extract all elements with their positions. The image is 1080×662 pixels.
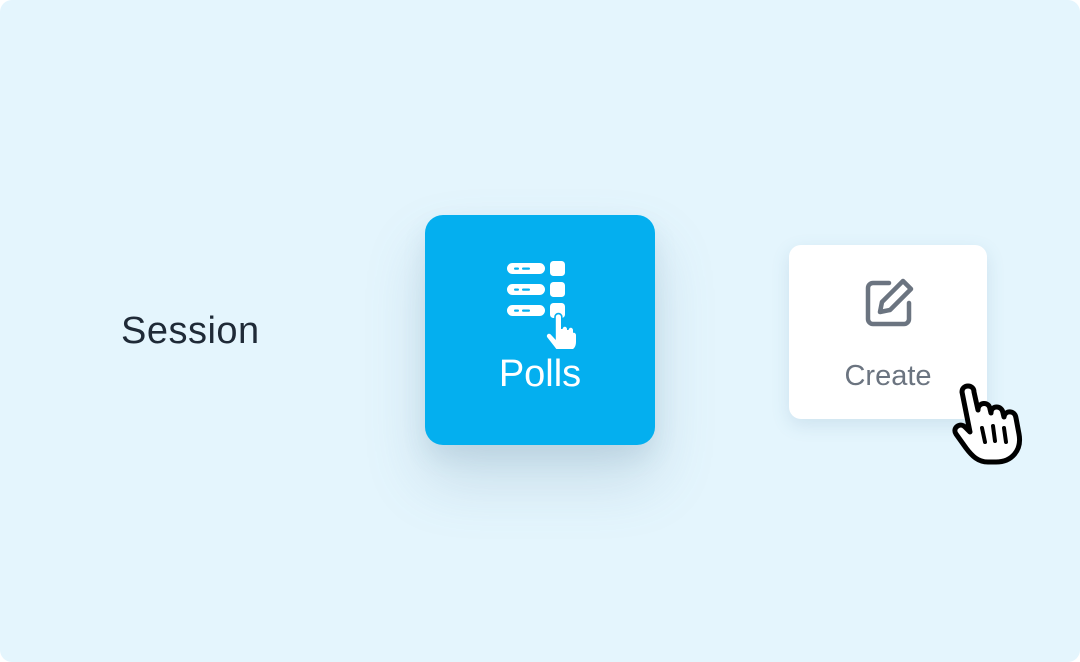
polls-label: Polls — [498, 353, 582, 395]
poll-list-tap-icon — [507, 261, 577, 349]
session-label: Session — [121, 310, 260, 352]
polls-tile[interactable]: Polls — [425, 215, 655, 445]
workspace-canvas: Session Polls Create — [0, 0, 1080, 662]
edit-square-icon — [865, 278, 914, 327]
hand-pointer-cursor-icon — [952, 383, 1023, 465]
